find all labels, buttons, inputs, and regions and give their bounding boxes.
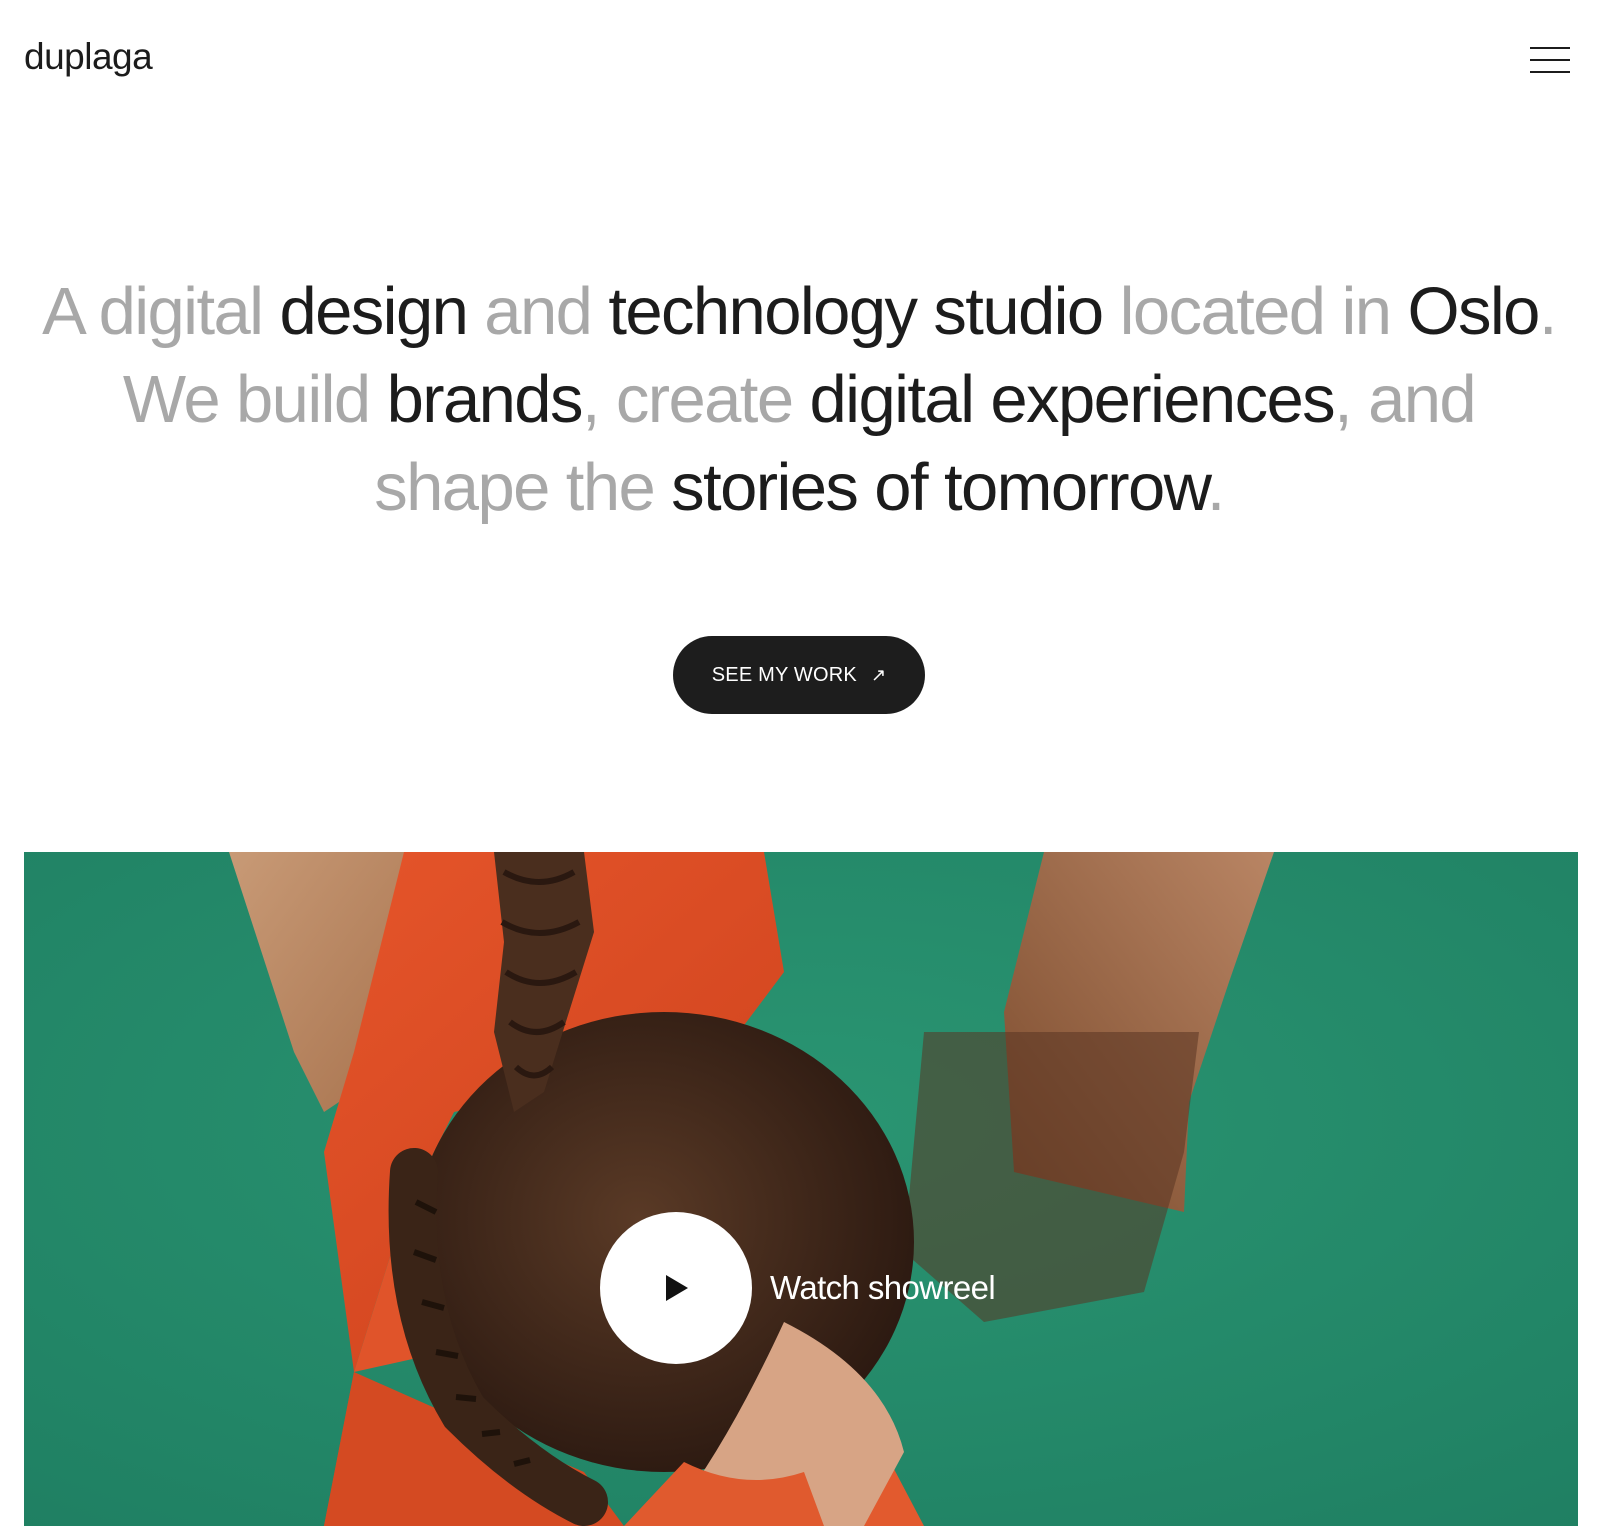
hamburger-menu-icon[interactable] (1530, 45, 1574, 77)
play-icon (666, 1275, 688, 1301)
headline-segment-muted: , create (581, 362, 810, 437)
headline-segment-muted: located in (1119, 274, 1408, 349)
logo[interactable]: duplaga (24, 38, 153, 75)
menu-line (1530, 71, 1570, 73)
headline-segment-muted: A digital (42, 274, 280, 349)
showreel-image (24, 852, 1578, 1526)
showreel-media[interactable] (24, 852, 1578, 1526)
see-my-work-button[interactable]: SEE MY WORK ↗ (673, 636, 925, 714)
headline-segment-strong: brands (386, 362, 584, 437)
arrow-up-right-icon: ↗ (870, 665, 887, 685)
menu-line (1530, 59, 1570, 61)
headline-segment-muted: We build (122, 362, 387, 437)
watch-showreel-button[interactable]: Watch showreel (600, 1212, 996, 1364)
headline-segment-strong: technology studio (608, 274, 1120, 349)
headline-segment-muted: shape the (374, 450, 672, 525)
headline-segment-muted: . (1538, 274, 1558, 349)
watch-showreel-label: Watch showreel (770, 1269, 996, 1306)
headline-segment-muted: . (1206, 450, 1226, 525)
headline-segment-strong: Oslo (1407, 274, 1540, 349)
site-header: duplaga (0, 0, 1598, 120)
headline-segment-strong: stories of tomorrow (671, 450, 1208, 525)
play-button[interactable] (600, 1212, 752, 1364)
hero-headline: A digital design and technology studio l… (0, 268, 1598, 532)
headline-segment-muted: and (484, 274, 609, 349)
headline-segment-muted: , and (1334, 362, 1477, 437)
see-my-work-label: SEE MY WORK (711, 663, 857, 686)
headline-segment-strong: design (279, 274, 485, 349)
menu-line (1530, 47, 1570, 49)
headline-segment-strong: digital experiences (809, 362, 1336, 437)
